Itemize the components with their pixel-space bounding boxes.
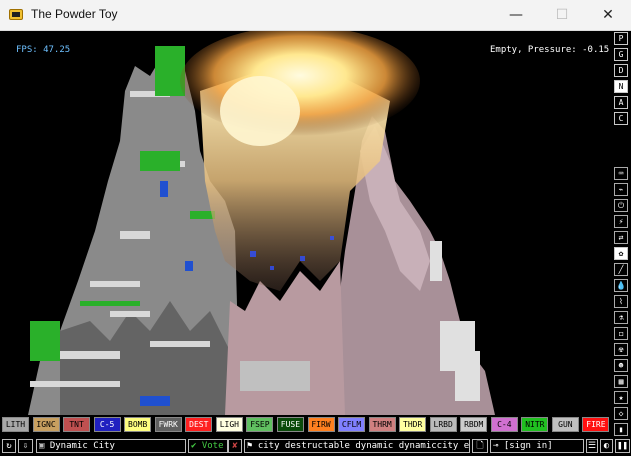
tags-text: city destructable dynamic dynamiccity e.… bbox=[257, 441, 470, 451]
explosion-fireball bbox=[180, 31, 420, 136]
element-button-nitr[interactable]: NITR bbox=[521, 417, 549, 432]
tags-button[interactable]: ⚑ city destructable dynamic dynamiccity … bbox=[244, 439, 470, 453]
maximize-button[interactable]: ☐ bbox=[539, 0, 585, 31]
element-button-cflm[interactable]: CFLM bbox=[338, 417, 366, 432]
element-bar: LITH IGNC TNT C-5 BOMB FWRK DEST LIGH FSEP FUSE FI… bbox=[0, 416, 612, 434]
powered-icon[interactable]: ⌁ bbox=[614, 183, 628, 196]
search-element-icon[interactable]: ▮ bbox=[614, 423, 628, 436]
element-button-lrbd[interactable]: LRBD bbox=[429, 417, 457, 432]
air-indicator[interactable]: A bbox=[614, 96, 628, 109]
login-button[interactable]: ⊸ [sign in] bbox=[490, 439, 584, 453]
power-icon[interactable]: ⏻ bbox=[614, 199, 628, 212]
element-button-rbdm[interactable]: RBDM bbox=[460, 417, 488, 432]
simulation-canvas[interactable]: FPS: 47.25 Empty, Pressure: -0.15 bbox=[0, 31, 612, 415]
vote-up-button[interactable]: ✔ Vote bbox=[188, 439, 228, 453]
vote-down-icon[interactable]: ✘ bbox=[228, 439, 242, 453]
life-icon[interactable]: ☻ bbox=[614, 359, 628, 372]
clear-sim-icon[interactable]: 🗋 bbox=[472, 439, 488, 453]
settings-icon[interactable]: ☰ bbox=[586, 439, 598, 453]
colour-indicator[interactable]: C bbox=[614, 112, 628, 125]
explosives-icon[interactable]: ✿ bbox=[614, 247, 628, 260]
element-button-thrm[interactable]: THRM bbox=[368, 417, 396, 432]
central-building bbox=[240, 361, 310, 391]
right-menu: P G D N A C ⌨ ⌁ ⏻ ⚡ ⇄ ✿ ╱ 💧 ⌇ ⚗ ◻ ☢ ☻ ▦ … bbox=[613, 31, 631, 456]
login-label: [sign in] bbox=[503, 441, 553, 451]
save-icon: ▣ bbox=[39, 441, 50, 451]
tools-icon[interactable]: ▦ bbox=[614, 375, 628, 388]
element-button-gun[interactable]: GUN bbox=[551, 417, 579, 432]
element-button-c-4[interactable]: C-4 bbox=[490, 417, 518, 432]
element-button-thdr[interactable]: THDR bbox=[399, 417, 427, 432]
window-title: The Powder Toy bbox=[31, 7, 118, 21]
deco-icon[interactable]: ◇ bbox=[614, 407, 628, 420]
element-button-c-5[interactable]: C-5 bbox=[93, 417, 121, 432]
element-button-dest[interactable]: DEST bbox=[185, 417, 213, 432]
special-icon[interactable]: ◻ bbox=[614, 327, 628, 340]
element-button-lith[interactable]: LITH bbox=[2, 417, 29, 432]
solids-icon[interactable]: ╱ bbox=[614, 263, 628, 276]
save-name: Dynamic City bbox=[49, 441, 115, 451]
minimize-button[interactable]: — bbox=[493, 0, 539, 31]
radioactive-icon[interactable]: ☢ bbox=[614, 343, 628, 356]
element-button-firw[interactable]: FIRW bbox=[307, 417, 335, 432]
simulation-scene bbox=[28, 31, 495, 415]
pause-indicator[interactable]: P bbox=[614, 32, 628, 45]
powders-icon[interactable]: ⚗ bbox=[614, 311, 628, 324]
gases-icon[interactable]: ⌇ bbox=[614, 295, 628, 308]
save-name-button[interactable]: ▣ Dynamic City bbox=[36, 439, 186, 453]
vote-label: Vote bbox=[201, 441, 224, 451]
login-icon: ⊸ bbox=[493, 441, 499, 451]
element-button-fwrk[interactable]: FWRK bbox=[154, 417, 182, 432]
explosion-core bbox=[220, 76, 300, 146]
close-button[interactable]: ✕ bbox=[585, 0, 631, 31]
reload-icon[interactable]: ↻ bbox=[2, 439, 16, 453]
element-button-fuse[interactable]: FUSE bbox=[276, 417, 304, 432]
pause-button[interactable]: ❚❚ bbox=[615, 439, 630, 453]
element-button-bomb[interactable]: BOMB bbox=[124, 417, 152, 432]
bottom-toolbar: ↻ ⇩ ▣ Dynamic City ✔ Vote ✘ ⚑ city destr… bbox=[0, 437, 631, 456]
fps-readout: FPS: 47.25 bbox=[16, 45, 71, 55]
vote-up-icon: ✔ bbox=[191, 441, 197, 451]
element-button-fire[interactable]: FIRE bbox=[582, 417, 610, 432]
app-icon bbox=[9, 9, 23, 20]
newtonian-indicator[interactable]: N bbox=[614, 80, 628, 93]
open-save-icon[interactable]: ⇩ bbox=[18, 439, 33, 453]
hover-status: Empty, Pressure: -0.15 bbox=[490, 45, 610, 55]
gravity-indicator[interactable]: G bbox=[614, 48, 628, 61]
tag-icon: ⚑ bbox=[247, 441, 253, 451]
element-button-ignc[interactable]: IGNC bbox=[32, 417, 60, 432]
window-titlebar: The Powder Toy — ☐ ✕ bbox=[0, 0, 631, 31]
element-button-ligh[interactable]: LIGH bbox=[215, 417, 243, 432]
decorations-indicator[interactable]: D bbox=[614, 64, 628, 77]
liquids-icon[interactable]: 💧 bbox=[614, 279, 628, 292]
element-button-tnt[interactable]: TNT bbox=[63, 417, 91, 432]
force-icon[interactable]: ⚡ bbox=[614, 215, 628, 228]
renderer-icon[interactable]: ◐ bbox=[600, 439, 613, 453]
central-rubble bbox=[225, 261, 345, 415]
electronics-icon[interactable]: ⌨ bbox=[614, 167, 628, 180]
favorites-icon[interactable]: ★ bbox=[614, 391, 628, 404]
element-button-fsep[interactable]: FSEP bbox=[246, 417, 274, 432]
sensors-icon[interactable]: ⇄ bbox=[614, 231, 628, 244]
